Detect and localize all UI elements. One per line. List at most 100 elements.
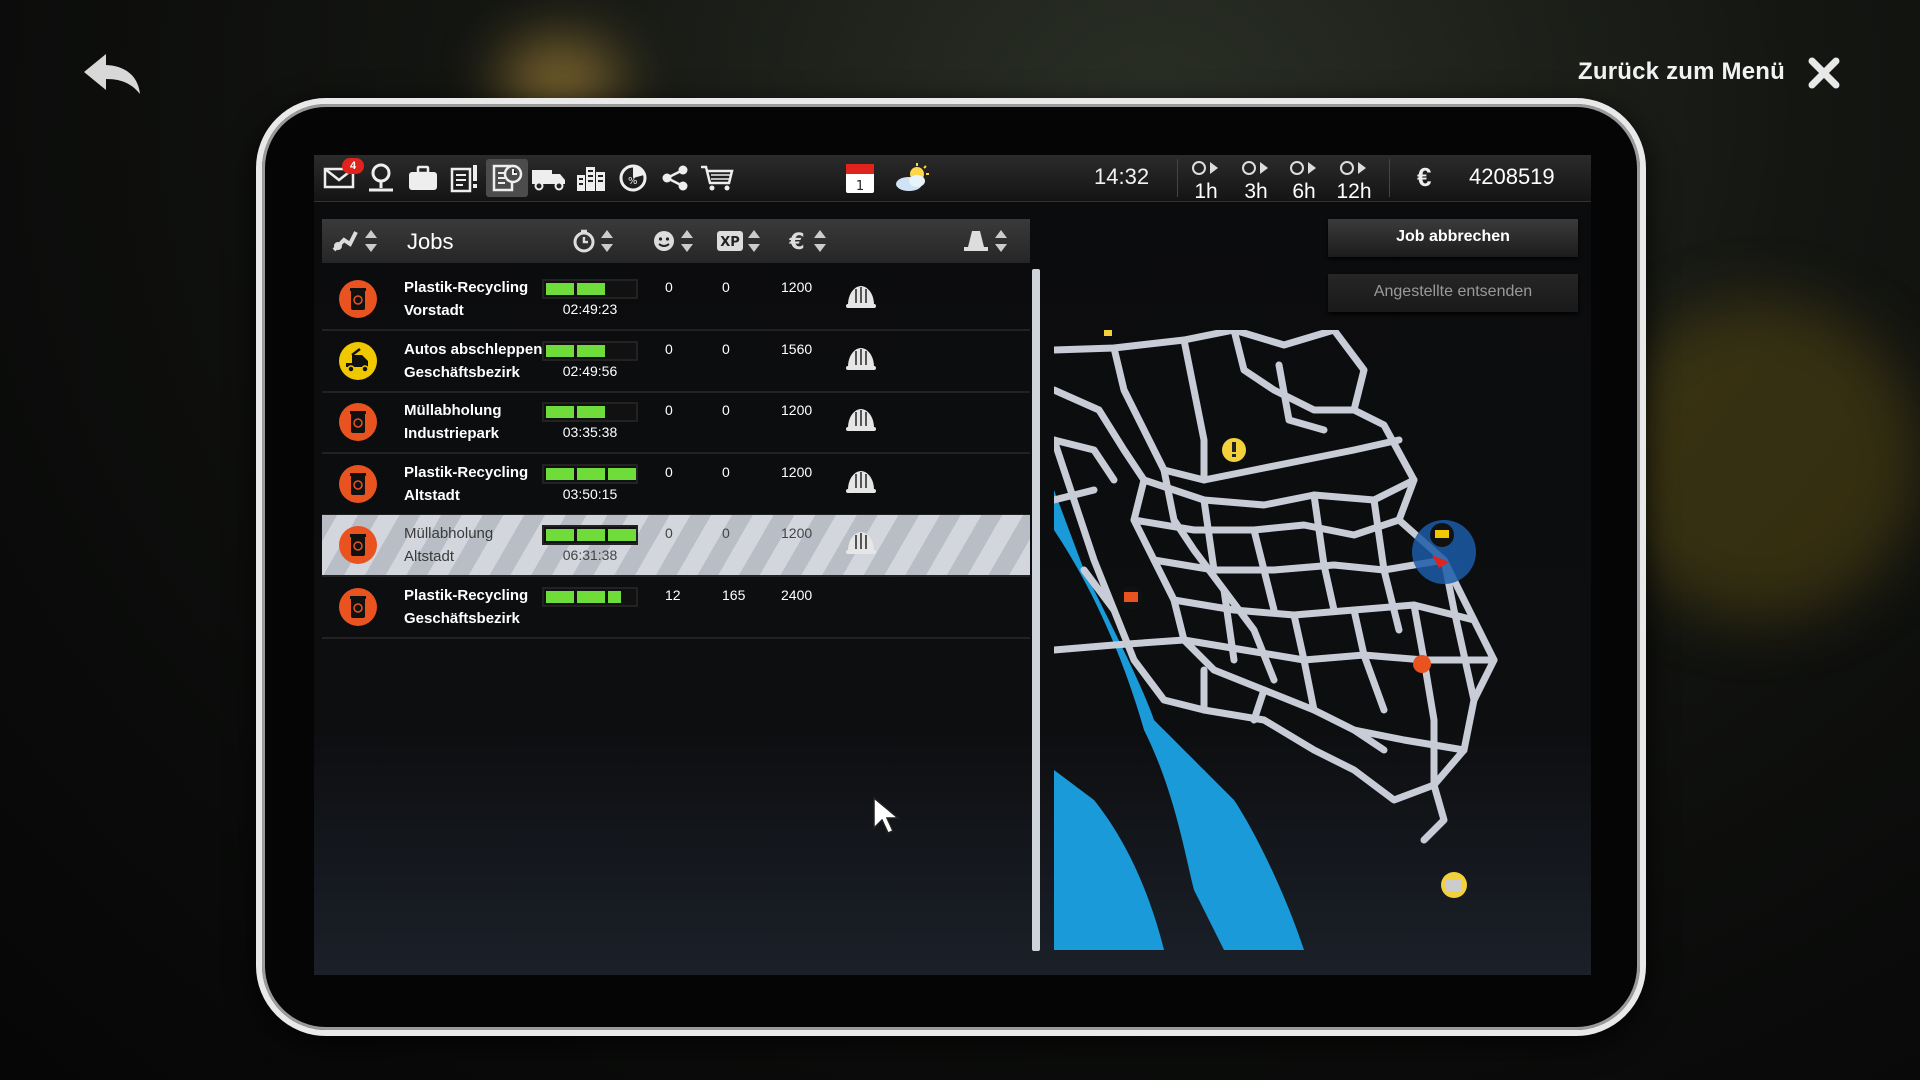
share-icon	[662, 165, 688, 191]
buildings-button[interactable]	[570, 159, 612, 197]
job-money: 1200	[781, 525, 813, 541]
progress-segment	[577, 467, 605, 480]
mouse-cursor-icon	[873, 796, 901, 834]
euro-icon: €	[1417, 162, 1432, 192]
calendar-button[interactable]: 1	[839, 159, 881, 197]
job-progress-bar	[542, 586, 638, 607]
sort-arrows-icon	[681, 230, 693, 252]
jobs-scrollbar[interactable]	[1032, 269, 1040, 951]
job-xp: 0	[722, 525, 730, 541]
stopwatch-icon	[573, 229, 595, 253]
map-button[interactable]	[360, 159, 402, 197]
speed-1h-button[interactable]: 1h	[1183, 159, 1229, 202]
toolbar: 4 % 1 14:32 1h 3h 6h 12h € 4208519	[314, 155, 1591, 202]
job-row[interactable]: Autos abschleppen Geschäftsbezirk 02:49:56…	[322, 331, 1030, 393]
back-to-menu-link[interactable]: Zurück zum Menü	[1578, 58, 1785, 86]
euro-sort-icon: €	[788, 230, 804, 253]
cancel-job-button[interactable]: Job abbrechen	[1328, 219, 1578, 257]
sort-arrows-icon	[748, 230, 760, 252]
job-location: Vorstadt	[404, 302, 464, 319]
speed-label: 3h	[1244, 180, 1268, 203]
worker-helmet-icon[interactable]	[844, 466, 878, 500]
job-name: Müllabholung	[404, 402, 502, 419]
city-map[interactable]	[1054, 330, 1584, 950]
fast-forward-icon	[1192, 161, 1218, 175]
fast-forward-icon	[1290, 161, 1316, 175]
sort-by-workers[interactable]	[962, 227, 1008, 255]
progress-segment	[546, 529, 574, 541]
job-money: 1560	[781, 340, 813, 357]
statistics-button[interactable]: %	[612, 159, 654, 197]
job-satisfaction: 0	[665, 463, 673, 480]
vehicles-button[interactable]	[528, 159, 570, 197]
worker-helmet-icon[interactable]	[844, 343, 878, 377]
sort-by-type[interactable]	[330, 227, 378, 255]
job-row[interactable]: Plastik-Recycling Altstadt 03:50:15 0 0 1200	[322, 454, 1030, 516]
job-name: Plastik-Recycling	[404, 279, 529, 296]
worker-helmet-icon[interactable]	[844, 404, 878, 438]
job-satisfaction: 0	[665, 340, 673, 357]
share-button[interactable]	[654, 159, 696, 197]
job-row[interactable]: Müllabholung Industriepark 03:35:38 0 0 1200	[322, 392, 1030, 454]
worker-helmet-icon[interactable]	[844, 281, 878, 315]
job-row[interactable]: Plastik-Recycling Vorstadt 02:49:23 0 0 1200	[322, 269, 1030, 331]
city-icon	[577, 167, 605, 191]
speed-label: 12h	[1336, 180, 1372, 203]
worker-helmet-icon[interactable]	[844, 527, 878, 561]
jobs-button[interactable]	[486, 159, 528, 197]
notices-button[interactable]	[444, 159, 486, 197]
send-employees-button[interactable]: Angestellte entsenden	[1328, 274, 1578, 312]
job-time: 03:35:38	[562, 424, 618, 440]
job-satisfaction: 0	[665, 525, 673, 541]
calendar-icon: 1	[846, 164, 874, 194]
recycling-icon	[338, 279, 378, 319]
progress-segment	[546, 406, 574, 418]
job-name: Autos abschleppen	[404, 340, 543, 358]
job-xp: 0	[722, 402, 730, 418]
sort-by-satisfaction[interactable]	[652, 227, 694, 255]
progress-segment	[608, 467, 636, 480]
job-time: 02:49:23	[562, 301, 618, 317]
job-xp: 0	[722, 340, 730, 357]
recycling-icon	[338, 587, 378, 627]
sort-by-xp[interactable]: XP	[717, 227, 761, 255]
document-alert-icon	[450, 165, 477, 193]
sort-arrows-icon	[601, 230, 613, 252]
briefcase-button[interactable]	[402, 159, 444, 197]
sort-by-money[interactable]: €	[785, 227, 827, 255]
job-location: Geschäftsbezirk	[404, 363, 520, 381]
recycling-icon	[338, 464, 378, 504]
job-name: Plastik-Recycling	[404, 586, 529, 604]
svg-text:%: %	[628, 176, 638, 187]
sort-by-time[interactable]	[572, 227, 614, 255]
garbage-icon	[338, 525, 378, 565]
back-arrow-icon[interactable]	[78, 48, 148, 98]
mail-button[interactable]: 4	[318, 158, 364, 197]
pie-chart-icon: %	[619, 164, 647, 192]
job-satisfaction: 12	[665, 586, 681, 603]
speed-3h-button[interactable]: 3h	[1233, 159, 1279, 203]
fast-forward-icon	[1242, 161, 1268, 175]
smiley-icon	[654, 231, 674, 251]
background-vehicle	[1600, 300, 1920, 620]
tablet-screen: 4 % 1 14:32 1h 3h 6h 12h € 4208519 Jobs …	[314, 155, 1591, 975]
sort-arrows-icon	[365, 230, 377, 252]
progress-segment	[577, 344, 605, 357]
job-time: 03:50:15	[562, 485, 618, 502]
map-roads	[1054, 330, 1498, 844]
construction-cone-icon	[964, 231, 988, 251]
shop-button[interactable]	[696, 159, 738, 197]
map-water-west	[1054, 770, 1164, 950]
progress-segment	[546, 344, 574, 357]
job-row[interactable]: Müllabholung Altstadt 06:31:38 0 0 1200	[322, 515, 1030, 577]
job-row[interactable]: Plastik-Recycling Geschäftsbezirk 12 165 240…	[322, 577, 1030, 639]
job-xp: 0	[722, 279, 730, 295]
job-satisfaction: 0	[665, 402, 673, 418]
speed-12h-button[interactable]: 12h	[1331, 159, 1377, 203]
speed-6h-button[interactable]: 6h	[1281, 159, 1327, 202]
job-progress-bar	[542, 340, 638, 361]
job-satisfaction: 0	[665, 279, 673, 295]
progress-segment	[577, 406, 605, 418]
close-icon[interactable]	[1806, 55, 1842, 91]
job-location: Industriepark	[404, 425, 500, 442]
